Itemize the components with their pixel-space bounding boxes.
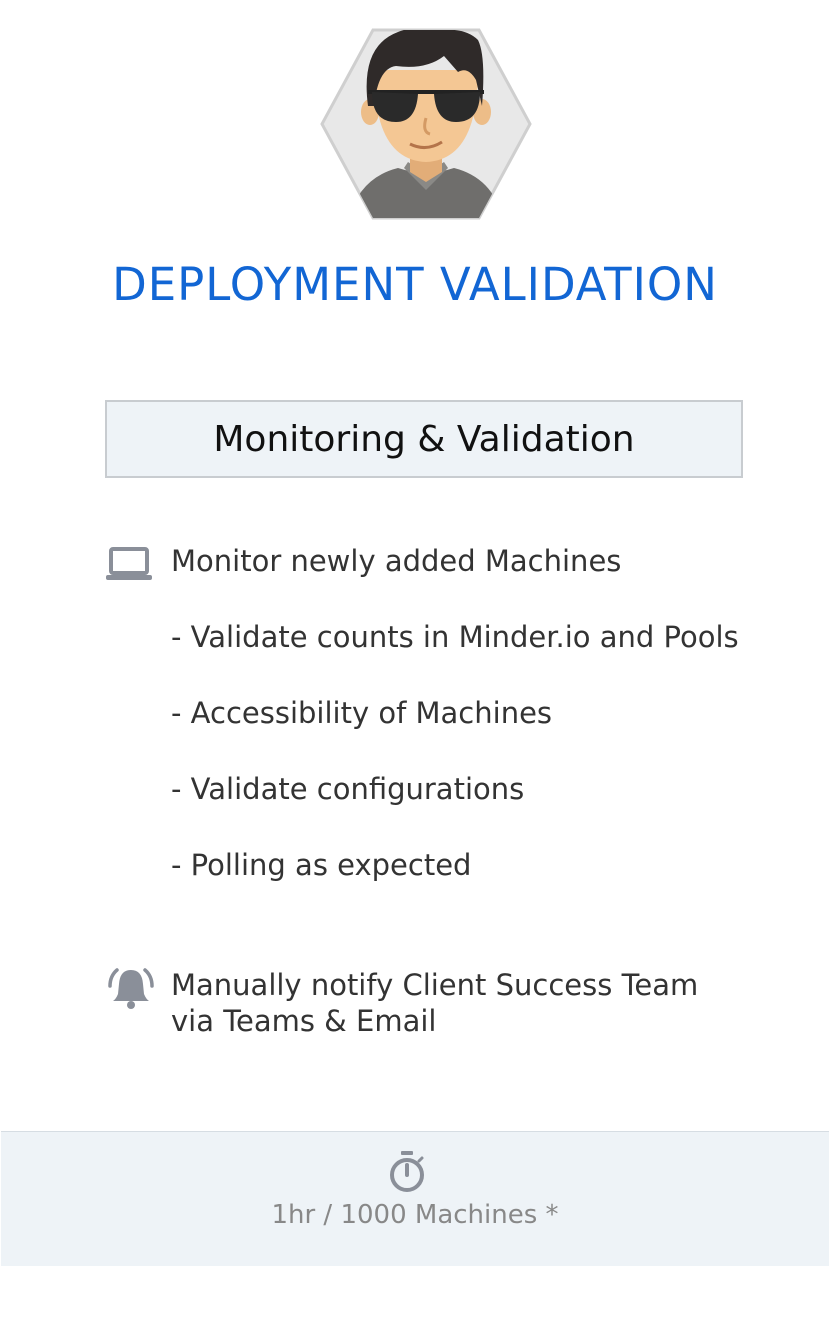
monitor-subitem: - Validate counts in Minder.io and Pools bbox=[171, 620, 739, 654]
notify-line1: Manually notify Client Success Team bbox=[171, 968, 699, 1002]
laptop-icon bbox=[106, 547, 152, 580]
section-heading: Monitoring & Validation bbox=[213, 418, 635, 460]
notify-line2: via Teams & Email bbox=[171, 1004, 437, 1038]
page-title: DEPLOYMENT VALIDATION bbox=[112, 258, 718, 311]
monitor-subitem: - Accessibility of Machines bbox=[171, 696, 553, 730]
stopwatch-icon bbox=[390, 1151, 424, 1192]
avatar bbox=[320, 28, 532, 220]
monitor-subitem: - Polling as expected bbox=[171, 848, 472, 882]
time-estimate: 1hr / 1000 Machines * bbox=[271, 1200, 559, 1230]
section-heading-box: Monitoring & Validation bbox=[105, 400, 743, 478]
monitor-subitem: - Validate configurations bbox=[171, 772, 525, 806]
footer-bar: 1hr / 1000 Machines * bbox=[1, 1131, 829, 1266]
bell-ringing-icon bbox=[108, 968, 154, 1009]
monitor-label: Monitor newly added Machines bbox=[171, 544, 622, 578]
